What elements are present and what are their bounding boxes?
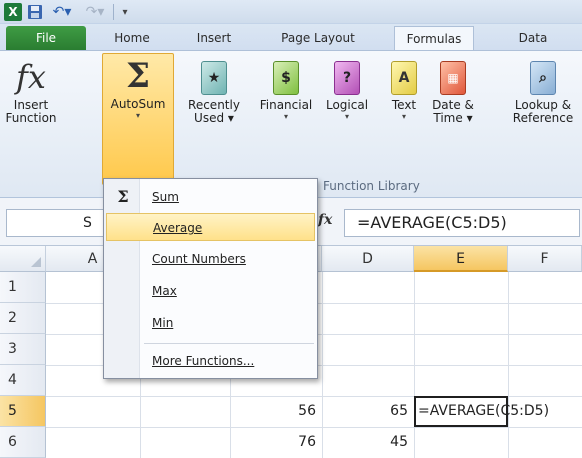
save-icon[interactable] — [27, 3, 43, 21]
menu-item-average[interactable]: Average — [106, 213, 315, 241]
cell-c6[interactable]: 76 — [230, 427, 322, 457]
insert-function-label-line2: Function — [5, 111, 57, 125]
sigma-icon: Σ — [125, 56, 151, 96]
insert-function-button[interactable]: fx Insert Function — [0, 55, 62, 125]
menu-item-label: Count Numbers — [152, 252, 246, 266]
recently-used-label-line2: Used — [194, 111, 225, 125]
menu-item-count-numbers[interactable]: Count Numbers — [106, 245, 315, 273]
column-header-d[interactable]: D — [322, 246, 414, 272]
text-dropdown-icon: ▾ — [401, 112, 406, 121]
menu-item-max[interactable]: Max — [106, 277, 315, 305]
logical-book-icon: ? — [334, 61, 360, 95]
recently-used-label-line1: Recently — [188, 98, 240, 112]
row-header-3[interactable]: 3 — [0, 334, 46, 365]
menu-item-label: More Functions... — [152, 354, 255, 368]
cell-e5-formula: =AVERAGE(C5:D5) — [418, 403, 550, 419]
tab-data[interactable]: Data — [508, 26, 558, 50]
tab-page-layout[interactable]: Page Layout — [270, 26, 366, 50]
date-time-button[interactable]: ▦ Date & Time ▾ — [428, 55, 478, 125]
autosum-menu: Σ Sum Average Count Numbers Max Min More… — [103, 178, 318, 379]
text-label: Text — [391, 98, 417, 112]
insert-function-fx-icon[interactable]: fx — [318, 212, 332, 228]
financial-button[interactable]: $ Financial ▾ — [252, 55, 320, 122]
menu-item-label: Average — [153, 221, 203, 235]
tab-formulas[interactable]: Formulas — [394, 26, 474, 50]
text-functions-button[interactable]: A Text ▾ — [384, 55, 424, 122]
logical-label: Logical — [325, 98, 369, 112]
row-header-6[interactable]: 6 — [0, 427, 46, 458]
date-time-dropdown-icon: ▾ — [466, 111, 473, 125]
lookup-label-line1: Lookup & — [514, 98, 572, 112]
undo-icon[interactable]: ↶▾ — [49, 3, 75, 21]
cell-d6[interactable]: 45 — [322, 427, 414, 457]
tab-insert[interactable]: Insert — [186, 26, 242, 50]
redo-icon[interactable]: ↷▾ — [82, 3, 108, 21]
recently-used-dropdown-icon: ▾ — [227, 111, 234, 125]
sum-icon: Σ — [117, 187, 129, 206]
recently-used-button[interactable]: ★ Recently Used ▾ — [178, 55, 250, 125]
logical-button[interactable]: ? Logical ▾ — [322, 55, 372, 122]
lookup-reference-button[interactable]: ⌕ Lookup & Reference — [504, 55, 582, 125]
autosum-dropdown-icon: ▾ — [135, 111, 140, 120]
tab-home[interactable]: Home — [104, 26, 160, 50]
insert-function-label-line1: Insert — [13, 98, 49, 112]
date-time-label-line1: Date & — [432, 98, 474, 112]
text-book-icon: A — [391, 61, 417, 95]
menu-item-label: Max — [152, 284, 177, 298]
lookup-book-icon: ⌕ — [530, 61, 556, 95]
autosum-button[interactable]: Σ AutoSum ▾ — [102, 53, 174, 185]
toolbar-divider — [113, 4, 114, 20]
function-library-group-label: Function Library — [323, 179, 420, 193]
excel-logo-icon[interactable]: X — [4, 3, 22, 21]
cell-c5[interactable]: 56 — [230, 396, 322, 426]
column-header-e[interactable]: E — [414, 246, 508, 272]
logical-dropdown-icon: ▾ — [344, 112, 349, 121]
ribbon-tabs: File Home Insert Page Layout Formulas Da… — [0, 24, 582, 50]
customize-qat-icon[interactable]: ▾ — [118, 3, 132, 21]
row-header-2[interactable]: 2 — [0, 303, 46, 334]
formulas-ribbon: fx Insert Function Σ AutoSum ▾ ★ Recentl… — [0, 50, 582, 198]
menu-separator — [144, 343, 314, 344]
select-all-icon — [31, 257, 41, 267]
menu-item-sum[interactable]: Σ Sum — [106, 183, 315, 211]
row-header-1[interactable]: 1 — [0, 272, 46, 303]
row-header-5[interactable]: 5 — [0, 396, 46, 427]
cell-d5[interactable]: 65 — [322, 396, 414, 426]
lookup-label-line2: Reference — [512, 111, 574, 125]
menu-item-label: Min — [152, 316, 174, 330]
autosum-label: AutoSum — [110, 97, 166, 111]
quick-access-toolbar: X ↶▾ ↷▾ ▾ — [0, 0, 582, 24]
menu-item-min[interactable]: Min — [106, 309, 315, 337]
date-time-book-icon: ▦ — [440, 61, 466, 95]
insert-function-icon: fx — [16, 58, 46, 96]
row-header-4[interactable]: 4 — [0, 365, 46, 396]
formula-input[interactable]: =AVERAGE(C5:D5) — [344, 209, 580, 237]
tab-file[interactable]: File — [6, 26, 86, 50]
menu-item-more-functions[interactable]: More Functions... — [106, 347, 315, 375]
financial-book-icon: $ — [273, 61, 299, 95]
financial-dropdown-icon: ▾ — [283, 112, 288, 121]
select-all-corner[interactable] — [0, 246, 46, 272]
recently-used-book-icon: ★ — [201, 61, 227, 95]
date-time-label-line2: Time — [433, 111, 463, 125]
column-header-f[interactable]: F — [508, 246, 582, 272]
financial-label: Financial — [259, 98, 313, 112]
menu-item-label: Sum — [152, 190, 179, 204]
